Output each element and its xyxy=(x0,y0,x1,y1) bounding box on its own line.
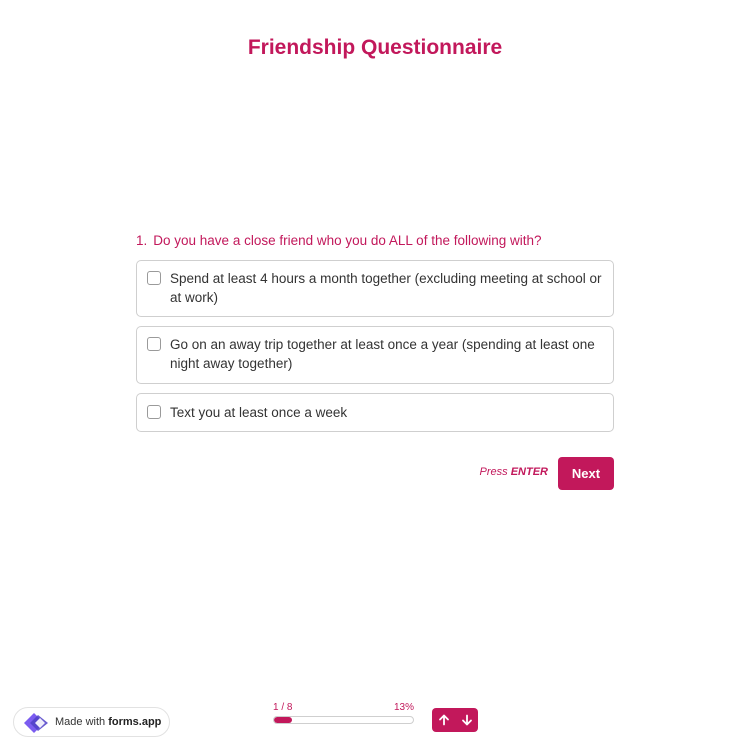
next-question-button[interactable] xyxy=(455,708,478,732)
made-with-text: Made with forms.app xyxy=(55,716,161,728)
previous-question-button[interactable] xyxy=(432,708,455,732)
arrow-down-icon xyxy=(461,714,472,726)
question-number: 1. xyxy=(136,233,148,248)
option-label: Text you at least once a week xyxy=(170,405,348,420)
option-item[interactable]: Go on an away trip together at least onc… xyxy=(136,326,614,384)
brand-name: forms.app xyxy=(108,716,162,728)
form-title: Friendship Questionnaire xyxy=(247,36,503,59)
checkbox[interactable] xyxy=(147,337,161,351)
progress-count: 1 / 8 xyxy=(273,702,293,713)
option-label: Spend at least 4 hours a month together … xyxy=(170,271,602,305)
made-with-badge[interactable]: Made with forms.app xyxy=(13,707,170,737)
question-nav xyxy=(432,708,478,732)
progress-percent: 13% xyxy=(394,702,415,713)
arrow-up-icon xyxy=(438,714,449,726)
press-key: ENTER xyxy=(510,466,548,478)
progress-fill xyxy=(274,717,293,723)
next-button[interactable]: Next xyxy=(558,457,614,490)
checkbox[interactable] xyxy=(147,405,161,419)
option-item[interactable]: Spend at least 4 hours a month together … xyxy=(136,260,614,317)
option-item[interactable]: Text you at least once a week xyxy=(136,393,614,432)
question-label: 1. Do you have a close friend who you do … xyxy=(136,233,542,248)
press-enter-hint: Press ENTER xyxy=(470,466,548,478)
press-prefix: Press xyxy=(479,466,508,478)
option-label: Go on an away trip together at least onc… xyxy=(170,337,595,371)
made-with-prefix: Made with xyxy=(55,716,106,728)
progress-bar xyxy=(273,716,414,724)
forms-app-logo-icon xyxy=(24,713,48,733)
question-text: Do you have a close friend who you do AL… xyxy=(153,233,542,248)
checkbox[interactable] xyxy=(147,271,161,285)
